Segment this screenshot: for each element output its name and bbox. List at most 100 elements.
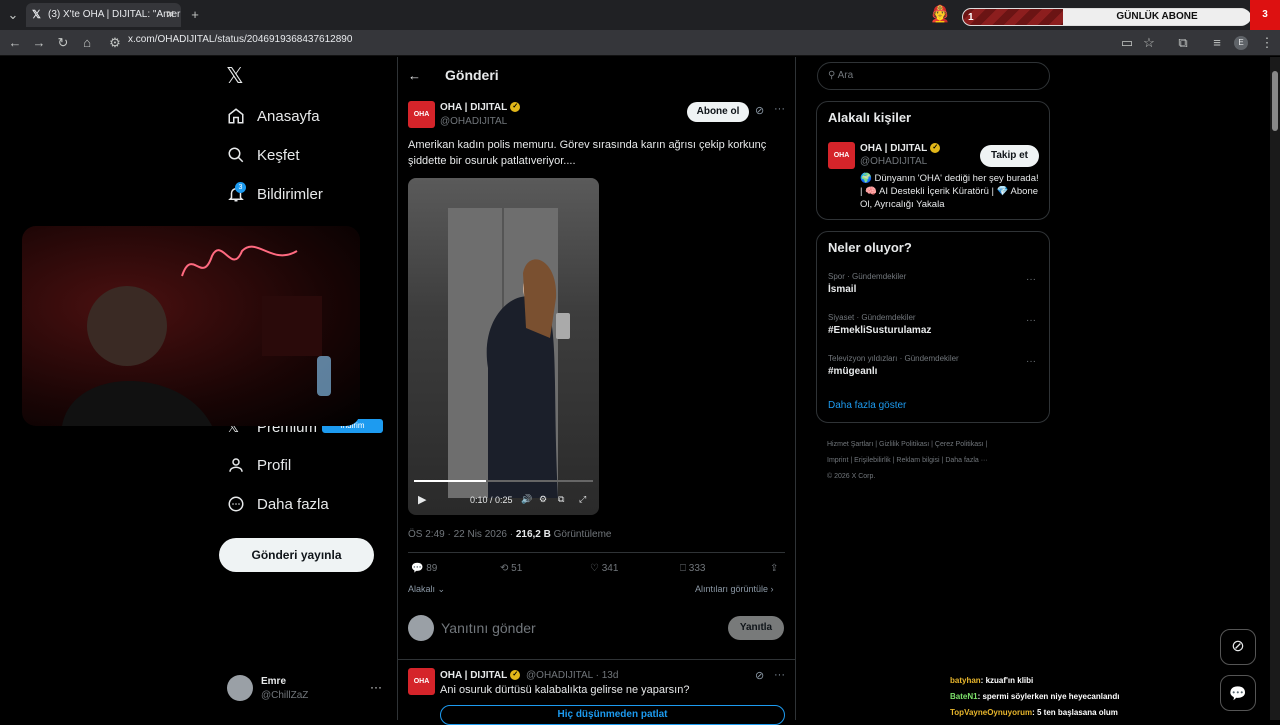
back-arrow-icon[interactable]: ← (408, 68, 421, 83)
footer-link[interactable]: Gizlilik Politikası (879, 441, 929, 448)
footer-link[interactable]: Çerez Politikası (935, 441, 984, 448)
relevance-dropdown[interactable]: Alakalı ⌄ (408, 584, 445, 595)
author-avatar[interactable]: OHA (408, 101, 435, 128)
reply-button[interactable]: Yanıtla (728, 616, 784, 640)
trend-item[interactable]: Siyaset · Gündemdekiler #EmekliSusturula… (828, 313, 931, 336)
video-time: 0:10 / 0:25 (470, 495, 513, 505)
user-avatar[interactable] (227, 675, 253, 701)
video-progress-track[interactable] (414, 480, 593, 482)
related-avatar[interactable]: OHA (828, 142, 855, 169)
footer-link[interactable]: Daha fazla ··· (945, 457, 987, 464)
back-icon[interactable]: ← (4, 30, 26, 56)
view-quotes-link[interactable]: Alıntıları görüntüle › (695, 584, 774, 594)
show-more-link[interactable]: Daha fazla göster (828, 400, 906, 411)
reply-author-avatar[interactable]: OHA (408, 668, 435, 695)
post-more-icon[interactable]: ··· (774, 669, 785, 681)
notification-badge: 3 (235, 182, 246, 193)
forward-icon[interactable]: → (28, 30, 50, 56)
post-more-icon[interactable]: ··· (774, 103, 785, 115)
reply-author-row[interactable]: OHA | DIJITAL ✓ @OHADIJITAL · 13d (440, 670, 618, 681)
related-name-row[interactable]: OHA | DIJITAL ✓ (860, 143, 941, 154)
menu-icon[interactable]: ⋮ (1256, 30, 1278, 56)
footer-link[interactable]: Erişilebilirlik (854, 457, 891, 464)
video-progress-fill (414, 480, 486, 482)
author-handle[interactable]: @OHADIJITAL (440, 116, 507, 127)
search-box[interactable]: ⚲ Ara (817, 62, 1050, 90)
more-circle-icon (228, 496, 244, 512)
reload-icon[interactable]: ↻ (52, 30, 74, 56)
nav-notifications-label: Bildirimler (257, 185, 323, 203)
webcam-feed-illustration (62, 245, 331, 426)
volume-icon[interactable]: 🔊 (521, 494, 532, 505)
trend-item[interactable]: Televizyon yıldızları · Gündemdekiler #m… (828, 354, 959, 377)
search-input[interactable]: Ara (838, 70, 854, 81)
goal-end: 3 (1250, 0, 1280, 30)
stream-chat: batyhan: kzuaf'ın klibi BateN1: spermi s… (950, 673, 1210, 721)
profile-avatar[interactable]: E (1234, 36, 1248, 50)
site-info-icon[interactable]: ⚙ (104, 30, 126, 56)
trends-title: Neler oluyor? (828, 240, 912, 255)
url-text[interactable]: x.com/OHADIJITAL/status/2046919368437612… (128, 34, 352, 45)
post-button[interactable]: Gönderi yayınla (219, 538, 374, 572)
user-name[interactable]: Emre (261, 676, 286, 687)
browser-toolbar: ← → ↻ ⌂ ⚙ x.com/OHADIJITAL/status/204691… (0, 30, 1280, 56)
settings-icon[interactable]: ⚙ (539, 494, 547, 505)
nav-explore[interactable]: Keşfet (227, 140, 300, 170)
trend-item[interactable]: Spor · Gündemdekiler İsmail (828, 272, 906, 295)
reply-input[interactable]: Yanıtını gönder (441, 620, 536, 636)
reply-author-name[interactable]: OHA | DIJITAL (440, 670, 507, 681)
x-logo[interactable]: 𝕏 (226, 63, 244, 89)
nav-more[interactable]: Daha fazla (227, 489, 329, 519)
reply-author-handle: @OHADIJITAL · 13d (526, 670, 619, 681)
trend-more-icon[interactable]: ··· (1026, 274, 1036, 285)
repost-count: 51 (511, 563, 523, 574)
fullscreen-icon[interactable]: ⤢ (579, 494, 586, 505)
footer-link[interactable]: Imprint (827, 457, 848, 464)
poll-option[interactable]: Hiç düşünmeden patlat (440, 705, 785, 725)
subscriber-goal-bar: 1 GÜNLÜK ABONE (962, 8, 1251, 26)
browser-tab[interactable]: 𝕏 (3) X'te OHA | DIJITAL: "Amerika... ✕ (26, 3, 181, 27)
account-menu-icon[interactable]: ··· (370, 680, 382, 694)
tab-search-icon[interactable]: ⌄ (2, 2, 24, 28)
post-video[interactable]: ▶ 0:10 / 0:25 🔊 ⚙ ⧉ ⤢ (408, 178, 599, 515)
nav-home[interactable]: Anasayfa (227, 101, 320, 131)
grok-float-icon[interactable]: ⊘ (1220, 629, 1256, 665)
bookmark-action[interactable]: ⎕ 333 (680, 563, 705, 574)
like-action[interactable]: ♡ 341 (590, 563, 618, 574)
nav-more-label: Daha fazla (257, 495, 329, 513)
chat-text: 5 ten başlasana olum (1036, 708, 1118, 717)
author-name[interactable]: OHA | DIJITAL (440, 102, 507, 113)
reply-icon: 💬 (411, 563, 424, 574)
follow-button[interactable]: Takip et (980, 145, 1039, 167)
grok-icon[interactable]: ⊘ (755, 104, 764, 117)
grok-icon[interactable]: ⊘ (755, 669, 764, 682)
play-icon[interactable]: ▶ (418, 493, 426, 506)
share-icon[interactable]: ⇪ (770, 563, 778, 574)
footer-link[interactable]: Hizmet Şartları (827, 441, 873, 448)
media-icon[interactable]: ≡ (1206, 30, 1228, 56)
home-icon[interactable]: ⌂ (76, 30, 98, 56)
trend-name: #mügeanlı (828, 366, 878, 377)
footer-link[interactable]: Reklam bilgisi (896, 457, 939, 464)
repost-action[interactable]: ⟲ 51 (500, 563, 522, 574)
webcam-overlay (22, 226, 360, 426)
author-name-row[interactable]: OHA | DIJITAL ✓ (440, 102, 521, 113)
view-quotes-label: Alıntıları görüntüle (695, 584, 769, 594)
nav-profile[interactable]: Profil (227, 450, 291, 480)
related-name[interactable]: OHA | DIJITAL (860, 143, 927, 154)
messages-icon[interactable]: 💬 (1220, 675, 1256, 711)
scrollbar-thumb[interactable] (1272, 71, 1278, 131)
cast-icon[interactable]: ▭ (1116, 30, 1138, 56)
scrollbar[interactable] (1270, 57, 1280, 720)
extensions-icon[interactable]: ⧉ (1172, 30, 1194, 56)
bookmark-star-icon[interactable]: ☆ (1138, 30, 1160, 56)
new-tab-button[interactable]: + (184, 2, 206, 28)
subscribe-button[interactable]: Abone ol (687, 102, 749, 122)
trend-more-icon[interactable]: ··· (1026, 315, 1036, 326)
chat-text: kzuaf'ın klibi (985, 676, 1034, 685)
close-icon[interactable]: ✕ (166, 8, 175, 21)
trend-more-icon[interactable]: ··· (1026, 356, 1036, 367)
pip-icon[interactable]: ⧉ (558, 494, 564, 505)
reply-action[interactable]: 💬 89 (411, 563, 437, 574)
post-meta: ÖS 2:49 · 22 Nis 2026 · 216,2 B Görüntül… (408, 529, 611, 540)
